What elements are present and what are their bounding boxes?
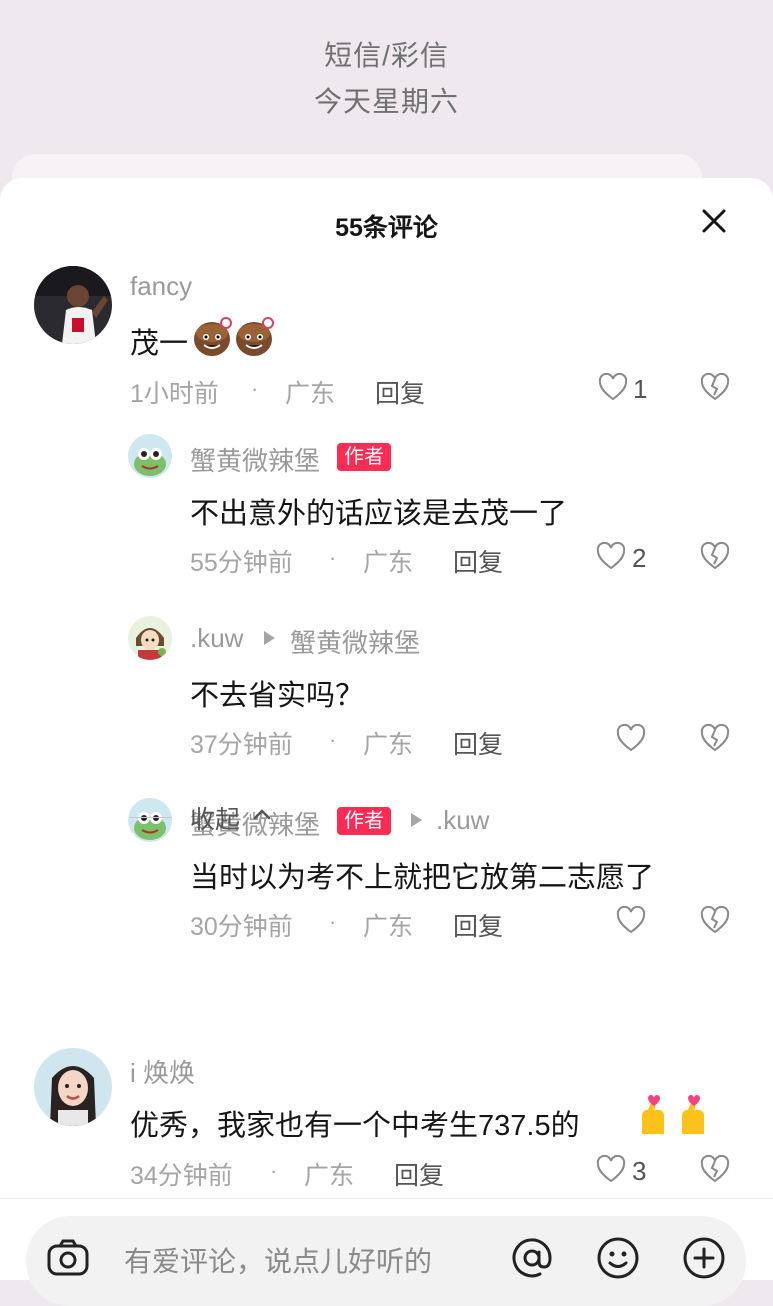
meta-separator: · <box>251 376 259 401</box>
play-triangle-icon <box>411 813 422 827</box>
reply-to-username[interactable]: 蟹黄微辣堡 <box>290 623 420 660</box>
broken-heart-icon[interactable] <box>700 542 730 570</box>
reply-time: 55分钟前 <box>190 549 293 577</box>
broken-heart-icon[interactable] <box>700 1155 730 1183</box>
reply-button[interactable]: 回复 <box>394 1156 444 1192</box>
heart-icon[interactable] <box>598 373 628 401</box>
hamburger-face-emoji <box>194 317 274 356</box>
reply-location: 广东 <box>363 549 414 577</box>
chevron-up-icon[interactable] <box>252 806 272 822</box>
reply-time: 30分钟前 <box>190 913 293 941</box>
close-icon[interactable] <box>699 206 729 236</box>
reply-location: 广东 <box>363 731 414 759</box>
comment-location: 广东 <box>304 1162 355 1190</box>
collapse-divider <box>130 817 172 818</box>
reply-button[interactable]: 回复 <box>453 725 503 761</box>
avatar[interactable] <box>34 266 112 344</box>
collapse-label[interactable]: 收起 <box>190 800 240 836</box>
emoji-icon[interactable] <box>594 1234 642 1282</box>
avatar[interactable] <box>128 798 172 842</box>
comment-input-placeholder[interactable]: 有爱评论，说点儿好听的 <box>124 1240 432 1280</box>
author-badge: 作者 <box>337 443 391 471</box>
reply-username[interactable]: 蟹黄微辣堡 <box>190 441 320 478</box>
comment-time: 34分钟前 <box>130 1162 233 1190</box>
reply-text: 当时以为考不上就把它放第二志愿了 <box>190 862 655 894</box>
heart-icon[interactable] <box>616 906 646 934</box>
finger-heart-emoji <box>642 1095 704 1134</box>
heart-icon[interactable] <box>596 1155 626 1183</box>
background-subtitle: 今天星期六 <box>313 86 459 117</box>
broken-heart-icon[interactable] <box>700 724 730 752</box>
like-count: 2 <box>632 543 647 573</box>
background-title: 短信/彩信 <box>324 40 449 71</box>
comment-username[interactable]: fancy <box>130 271 192 302</box>
meta-separator: · <box>270 1158 278 1183</box>
meta-separator: · <box>329 727 337 752</box>
comment-location: 广东 <box>285 380 336 408</box>
avatar[interactable] <box>128 616 172 660</box>
sheet-title: 55条评论 <box>335 214 438 242</box>
reply-button[interactable]: 回复 <box>453 907 503 943</box>
heart-icon[interactable] <box>596 542 626 570</box>
at-icon[interactable] <box>508 1234 556 1282</box>
meta-separator: · <box>329 909 337 934</box>
camera-icon[interactable] <box>44 1234 92 1282</box>
input-divider <box>0 1198 773 1199</box>
meta-separator: · <box>329 545 337 570</box>
broken-heart-icon[interactable] <box>700 373 730 401</box>
comment-time: 1小时前 <box>130 380 219 408</box>
reply-button[interactable]: 回复 <box>375 374 425 410</box>
plus-icon[interactable] <box>680 1234 728 1282</box>
reply-text: 不出意外的话应该是去茂一了 <box>190 498 568 530</box>
comment-username[interactable]: i 焕焕 <box>130 1053 195 1090</box>
reply-text: 不去省实吗？ <box>190 680 365 712</box>
play-triangle-icon <box>264 631 275 645</box>
comment-text: 优秀，我家也有一个中考生737.5的 <box>130 1110 580 1142</box>
broken-heart-icon[interactable] <box>700 906 730 934</box>
like-count: 1 <box>633 374 648 404</box>
avatar[interactable] <box>128 434 172 478</box>
like-count: 3 <box>632 1156 647 1186</box>
reply-to-username[interactable]: .kuw <box>436 805 489 836</box>
heart-icon[interactable] <box>616 724 646 752</box>
avatar[interactable] <box>34 1048 112 1126</box>
reply-location: 广东 <box>363 913 414 941</box>
reply-username[interactable]: .kuw <box>190 623 243 654</box>
reply-button[interactable]: 回复 <box>453 543 503 579</box>
author-badge: 作者 <box>337 807 391 835</box>
reply-time: 37分钟前 <box>190 731 293 759</box>
comment-text: 茂一 <box>130 328 189 360</box>
